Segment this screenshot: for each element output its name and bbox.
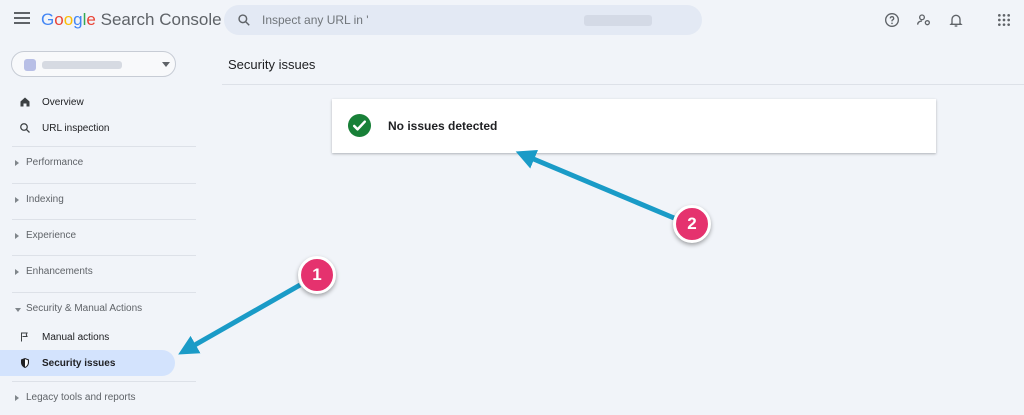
search-icon (238, 14, 250, 26)
sidebar-section-label: Performance (26, 157, 84, 168)
annotation-arrow-2 (515, 150, 675, 221)
sidebar-section-label: Experience (26, 230, 77, 241)
chevron-down-icon (162, 62, 170, 67)
annotation-badge-2: 2 (673, 205, 711, 243)
sidebar-item-url-inspection[interactable]: URL inspection (0, 115, 175, 141)
sidebar-divider (12, 255, 196, 256)
sidebar-item-label: Overview (42, 96, 84, 108)
caret-right-icon (15, 160, 19, 166)
sidebar-section-legacy[interactable]: Legacy tools and reports (0, 387, 200, 411)
sidebar-section-enhancements[interactable]: Enhancements (0, 261, 200, 285)
sidebar-section-performance[interactable]: Performance (0, 152, 200, 176)
notifications-icon[interactable] (948, 12, 964, 28)
sidebar-item-security-issues[interactable]: Security issues (0, 350, 175, 376)
sidebar-divider (12, 292, 196, 293)
logo-letter: g (73, 10, 83, 29)
sidebar-item-overview[interactable]: Overview (0, 89, 175, 115)
apps-grid-icon[interactable] (996, 12, 1012, 28)
sidebar-section-label: Legacy tools and reports (26, 392, 136, 403)
caret-right-icon (15, 233, 19, 239)
logo-letter: o (63, 10, 74, 29)
caret-down-icon (15, 308, 21, 312)
sidebar-divider (12, 381, 196, 382)
redacted-property-name (42, 61, 122, 69)
sidebar-section-indexing[interactable]: Indexing (0, 189, 200, 213)
sidebar-item-label: Manual actions (42, 331, 110, 343)
top-bar: Google Search Console (0, 0, 1024, 40)
caret-right-icon (15, 197, 19, 203)
logo-letter: G (41, 10, 55, 29)
logo-letter: o (54, 10, 64, 29)
app-product-name: Search Console (100, 10, 222, 29)
security-status-card: No issues detected (332, 99, 936, 153)
annotation-badge-1: 1 (298, 256, 336, 294)
help-icon[interactable] (884, 12, 900, 28)
sidebar-divider (12, 219, 196, 220)
search-icon (20, 123, 30, 133)
check-circle-icon (348, 114, 371, 137)
sidebar-item-label: URL inspection (42, 122, 110, 134)
redacted-property-chip (584, 15, 652, 26)
sidebar-section-label: Enhancements (26, 266, 93, 277)
app-logo[interactable]: Google Search Console (41, 10, 222, 30)
search-bar[interactable] (224, 5, 702, 35)
page-title: Security issues (228, 57, 316, 72)
flag-icon (21, 332, 28, 342)
logo-letter: e (86, 10, 96, 29)
status-message: No issues detected (388, 119, 498, 133)
annotation-arrow-1 (178, 282, 302, 355)
property-favicon-icon (24, 59, 36, 71)
shield-icon (21, 358, 29, 368)
home-icon (20, 97, 30, 107)
title-divider (222, 84, 1024, 85)
sidebar-divider (12, 183, 196, 184)
sidebar-item-manual-actions[interactable]: Manual actions (0, 324, 175, 350)
sidebar-section-experience[interactable]: Experience (0, 225, 200, 249)
sidebar-item-label: Security issues (42, 357, 116, 369)
sidebar-section-security-manual[interactable]: Security & Manual Actions (0, 298, 200, 322)
caret-right-icon (15, 395, 19, 401)
sidebar-section-label: Security & Manual Actions (26, 303, 143, 314)
manage-users-icon[interactable] (916, 12, 932, 28)
sidebar-divider (12, 146, 196, 147)
sidebar-section-label: Indexing (26, 194, 64, 205)
main-menu-icon[interactable] (14, 12, 30, 26)
caret-right-icon (15, 269, 19, 275)
property-selector[interactable] (11, 51, 176, 77)
